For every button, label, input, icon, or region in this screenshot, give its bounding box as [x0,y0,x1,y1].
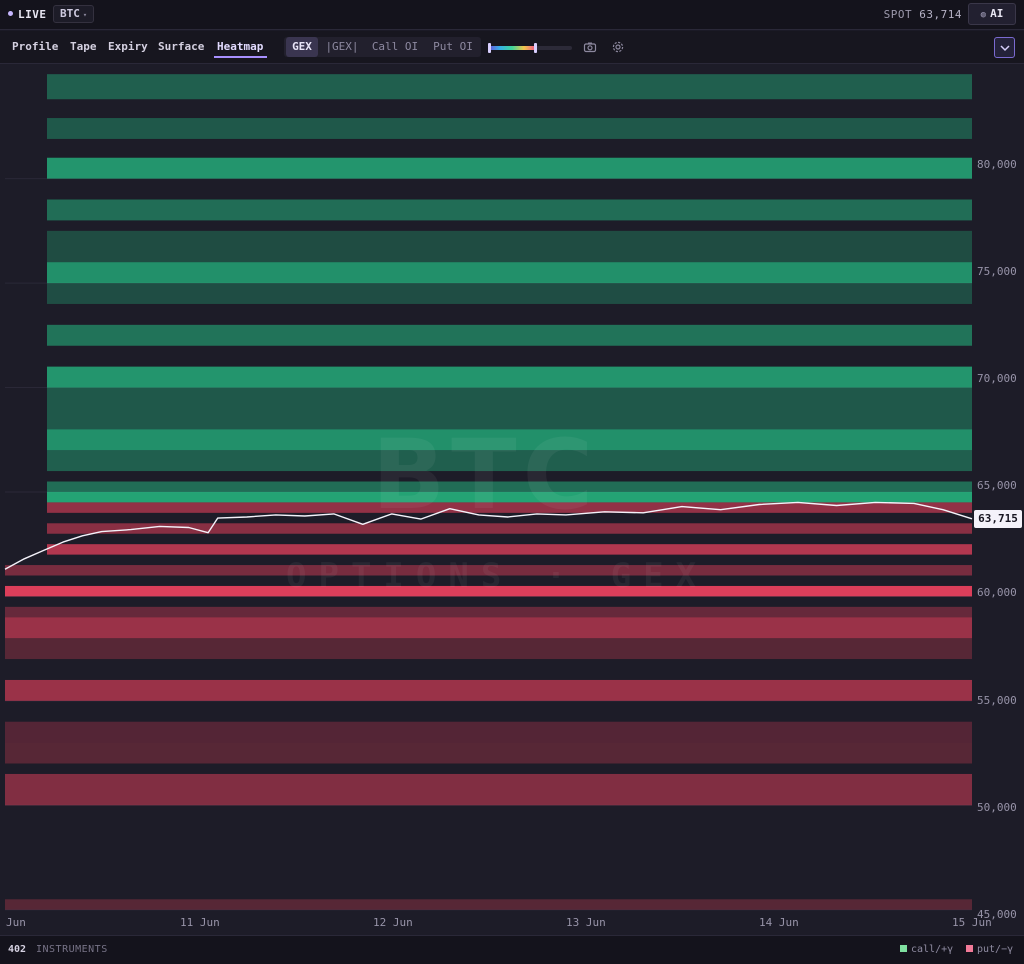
legend-put: put/−γ [966,944,1013,955]
y-tick-label: 65,000 [977,479,1017,492]
y-tick-label: 70,000 [977,372,1017,385]
legend-call-label: call/+γ [911,944,954,955]
instrument-count: 402 [8,944,27,955]
y-tick-label: 75,000 [977,265,1017,278]
x-tick-label: Jun [6,916,26,929]
call-gex-band [47,262,972,284]
spot-price: SPOT 63,714 [884,8,962,21]
call-gex-band [47,283,972,304]
call-gex-band [47,324,972,346]
slider-handle-low[interactable] [488,43,491,53]
put-gex-band [5,606,972,618]
spot-label: SPOT [883,8,913,21]
symbol-label: BTC [60,7,80,20]
x-tick-label: 13 Jun [566,916,606,929]
gear-icon[interactable] [611,40,625,54]
slider-handle-high[interactable] [534,43,537,53]
legend-call: call/+γ [900,944,953,955]
y-tick-label: 80,000 [977,158,1017,171]
x-tick-label: 11 Jun [180,916,220,929]
live-label: LIVE [18,8,47,21]
put-gex-band [5,617,972,639]
x-tick-label: 12 Jun [373,916,413,929]
call-gex-band [47,199,972,221]
tab-expiry[interactable]: Expiry [108,40,148,53]
live-dot-icon [8,11,13,16]
x-tick-label: 14 Jun [759,916,799,929]
camera-icon[interactable] [583,40,597,54]
put-gex-band [5,742,972,764]
metric-abs-gex[interactable]: |GEX| [322,37,362,57]
instrument-label: INSTRUMENTS [36,944,108,955]
put-gex-band [5,899,972,910]
metric-gex[interactable]: GEX [286,37,318,57]
y-tick-label: 60,000 [977,586,1017,599]
current-price-badge: 63,715 [974,509,1022,528]
status-footer: 402 INSTRUMENTS call/+γ put/−γ [0,935,1024,964]
y-tick-label: 55,000 [977,694,1017,707]
gex-heatmap-chart[interactable]: BTC OPTIONS · GEX 80,000 75,000 70,000 6… [0,64,1024,935]
tab-surface[interactable]: Surface [158,40,204,53]
legend-put-label: put/−γ [977,944,1014,955]
call-gex-band [47,74,972,100]
call-gex-band [47,118,972,139]
call-swatch-icon [900,945,907,952]
color-scale-slider[interactable] [488,43,572,53]
metric-call-oi[interactable]: Call OI [368,37,422,57]
live-indicator: LIVE [8,8,47,21]
tab-profile[interactable]: Profile [12,40,58,53]
metric-put-oi[interactable]: Put OI [427,37,479,57]
call-gex-band [47,157,972,179]
slider-fill [488,46,536,50]
tab-tape[interactable]: Tape [70,40,97,53]
y-tick-label: 50,000 [977,801,1017,814]
put-gex-band [5,679,972,701]
watermark-subtitle: OPTIONS · GEX [286,556,709,596]
chevron-down-icon [1000,45,1010,52]
watermark-symbol: BTC [372,419,600,531]
put-gex-band [5,773,972,806]
tab-heatmap[interactable]: Heatmap [213,40,268,58]
put-gex-band [47,544,972,555]
x-tick-label: 15 Jun [952,916,992,929]
call-gex-band [47,366,972,388]
ai-button[interactable]: ◍ AI [968,3,1016,25]
top-bar: LIVE BTC ▾ SPOT 63,714 ◍ AI [0,0,1024,30]
put-gex-band [5,638,972,660]
ai-label: AI [990,7,1004,20]
call-gex-band [47,230,972,263]
chevron-down-icon: ▾ [82,11,88,19]
put-gex-band [5,721,972,743]
put-swatch-icon [966,945,973,952]
symbol-selector[interactable]: BTC ▾ [53,5,95,23]
metric-toggle: GEX |GEX| Call OI Put OI [284,37,481,57]
panel-toggle-button[interactable] [994,37,1015,58]
spot-value: 63,714 [919,8,962,21]
ai-sparkle-icon: ◍ [980,10,987,20]
